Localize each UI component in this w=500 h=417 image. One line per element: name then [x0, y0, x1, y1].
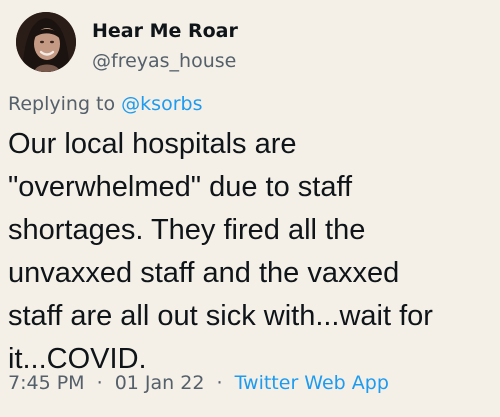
meta-separator: ·	[96, 372, 103, 394]
tweet-text-line: Our local hospitals are	[8, 128, 297, 160]
tweet-text-line: shortages. They fired all the	[8, 214, 366, 246]
tweet-text: Our local hospitals are "overwhelmed" du…	[8, 123, 496, 381]
avatar[interactable]	[16, 12, 76, 72]
tweet-card: Hear Me Roar @freyas_house Replying to @…	[0, 0, 500, 417]
user-handle[interactable]: @freyas_house	[92, 50, 236, 72]
meta-separator: ·	[216, 372, 223, 394]
reply-mention-link[interactable]: @ksorbs	[121, 93, 202, 115]
tweet-text-line: staff are all out sick with...wait for	[8, 300, 433, 332]
display-name[interactable]: Hear Me Roar	[92, 20, 238, 42]
profile-photo-icon	[16, 12, 76, 72]
tweet-text-line: unvaxxed staff and the vaxxed	[8, 257, 400, 289]
tweet-text-line: "overwhelmed" due to staff	[8, 171, 353, 203]
replying-to: Replying to @ksorbs	[8, 93, 202, 115]
tweet-meta: 7:45 PM · 01 Jan 22 · Twitter Web App	[8, 372, 389, 394]
replying-to-label: Replying to	[8, 93, 116, 115]
tweet-date[interactable]: 01 Jan 22	[115, 372, 205, 394]
tweet-source-link[interactable]: Twitter Web App	[235, 372, 389, 394]
tweet-time[interactable]: 7:45 PM	[8, 372, 85, 394]
